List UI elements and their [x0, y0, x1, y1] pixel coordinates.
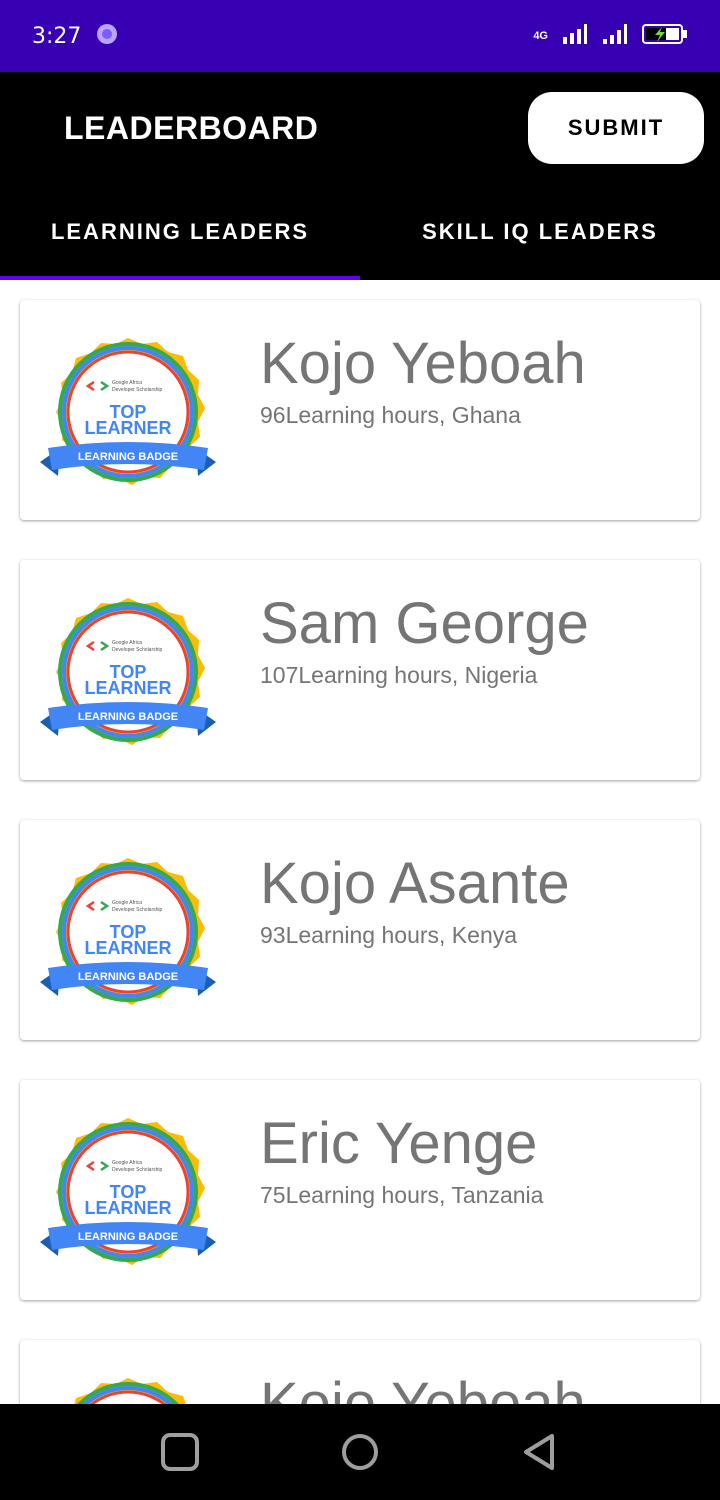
leader-name: Kojo Yeboah: [260, 1371, 586, 1404]
badge-ribbon-text: LEARNING BADGE: [78, 711, 178, 723]
top-learner-badge-icon: Google Africa Developer Scholarship TOP …: [40, 338, 216, 485]
leader-card[interactable]: Google Africa Developer Scholarship TOP …: [20, 560, 700, 780]
leader-card[interactable]: Google Africa Developer Scholarship TOP …: [20, 300, 700, 520]
status-time: 3:27: [32, 23, 82, 49]
badge-program-text: Developer Scholarship: [112, 907, 163, 913]
leader-list[interactable]: Google Africa Developer Scholarship TOP …: [0, 280, 720, 1404]
badge-program-text: Developer Scholarship: [112, 647, 163, 653]
top-learner-badge-icon: Google Africa Developer Scholarship TOP …: [40, 1118, 216, 1265]
tab-skill-iq-leaders[interactable]: SKILL IQ LEADERS: [360, 184, 720, 280]
network-type-label: 4G: [533, 30, 548, 42]
badge-org-text: Google Africa: [112, 1160, 142, 1166]
leader-detail: 93Learning hours, Kenya: [260, 922, 518, 948]
badge-program-text: Developer Scholarship: [112, 387, 163, 393]
home-circle-icon: [342, 1434, 378, 1470]
leader-name: Sam George: [260, 591, 589, 656]
signal-strength-icon: [562, 23, 588, 50]
badge-org-text: Google Africa: [112, 380, 142, 386]
top-learner-badge-icon: Google Africa Developer Scholarship TOP …: [40, 858, 216, 1005]
leader-detail: 75Learning hours, Tanzania: [260, 1182, 544, 1208]
badge-line2-text: LEARNER: [84, 678, 171, 698]
recents-square-icon: [161, 1433, 199, 1471]
leader-name: Kojo Yeboah: [260, 331, 586, 396]
badge-program-text: Developer Scholarship: [112, 1167, 163, 1173]
badge-ribbon-text: LEARNING BADGE: [78, 1231, 178, 1243]
app-notification-icon: [95, 22, 119, 51]
tab-bar: LEARNING LEADERS SKILL IQ LEADERS: [0, 184, 720, 280]
top-learner-badge-icon: Google Africa Developer Scholarship TOP …: [40, 598, 216, 745]
status-bar: 3:27 4G: [0, 0, 720, 72]
top-learner-badge-icon: [74, 1378, 186, 1404]
badge-ribbon-text: LEARNING BADGE: [78, 451, 178, 463]
badge-line2-text: LEARNER: [84, 1198, 171, 1218]
page-title: LEADERBOARD: [64, 110, 319, 146]
badge-line2-text: LEARNER: [84, 418, 171, 438]
home-button[interactable]: [330, 1422, 390, 1482]
system-nav-bar: [0, 1404, 720, 1500]
screen: 3:27 4G LEADERBOARD SUBMIT LEARNING LEAD…: [0, 0, 720, 1500]
network-type-text: 4G: [533, 30, 548, 42]
recents-button[interactable]: [150, 1422, 210, 1482]
leader-card[interactable]: Kojo Yeboah: [20, 1340, 700, 1404]
badge-ribbon-text: LEARNING BADGE: [78, 971, 178, 983]
app-bar: LEADERBOARD SUBMIT LEARNING LEADERS SKIL…: [0, 72, 720, 280]
battery-charging-icon: [642, 22, 688, 51]
leader-card[interactable]: Google Africa Developer Scholarship TOP …: [20, 820, 700, 1040]
badge-org-text: Google Africa: [112, 640, 142, 646]
back-triangle-icon: [524, 1434, 554, 1470]
submit-button[interactable]: SUBMIT: [528, 92, 704, 164]
tab-learning-leaders[interactable]: LEARNING LEADERS: [0, 184, 360, 280]
leader-detail: 107Learning hours, Nigeria: [260, 662, 538, 688]
signal-strength-icon-2: [602, 23, 628, 50]
leader-card[interactable]: Google Africa Developer Scholarship TOP …: [20, 1080, 700, 1300]
leader-detail: 96Learning hours, Ghana: [260, 402, 521, 428]
badge-org-text: Google Africa: [112, 900, 142, 906]
back-button[interactable]: [510, 1422, 570, 1482]
badge-line2-text: LEARNER: [84, 938, 171, 958]
leader-name: Eric Yenge: [260, 1111, 538, 1176]
leader-name: Kojo Asante: [260, 851, 570, 916]
